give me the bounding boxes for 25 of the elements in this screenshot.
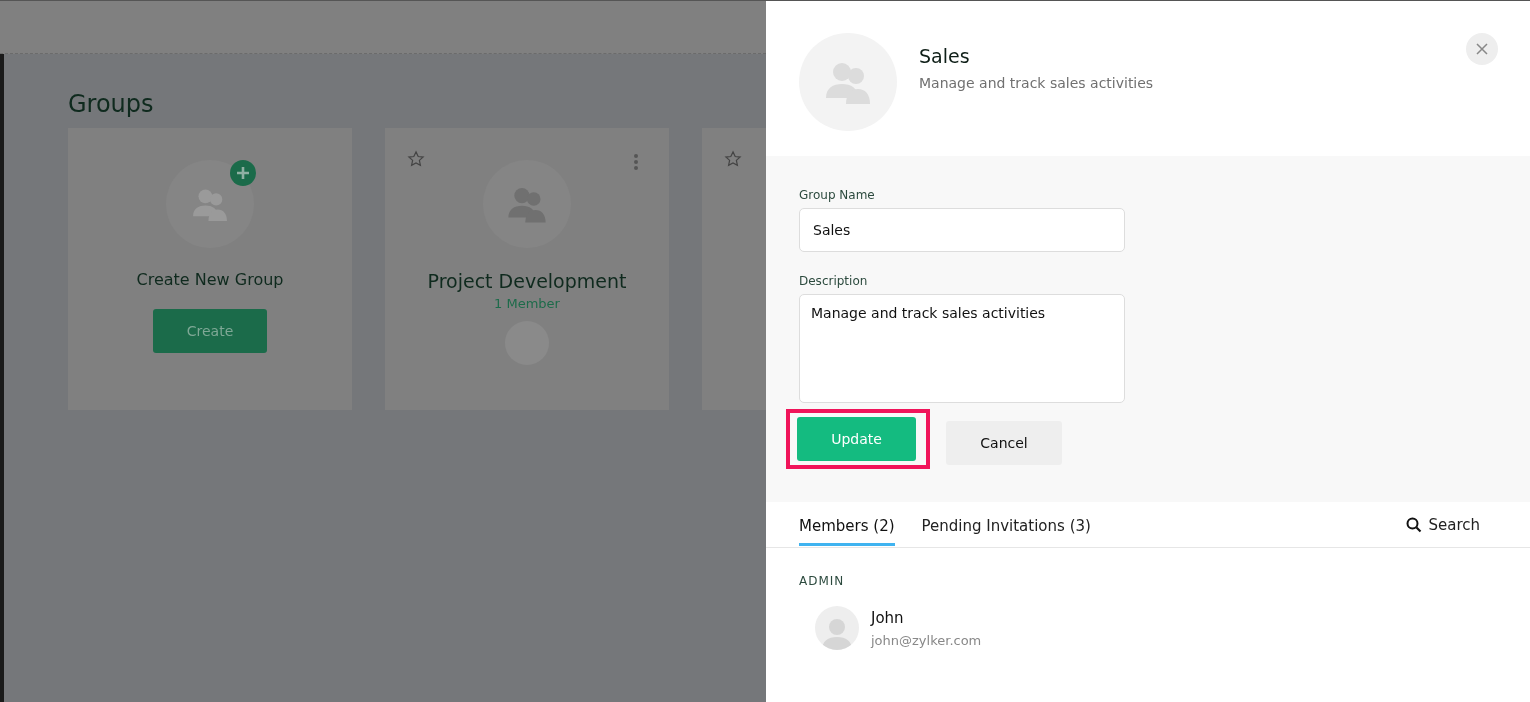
more-icon[interactable]	[633, 153, 639, 171]
section-heading: ADMIN	[798, 573, 846, 590]
close-icon	[1475, 42, 1489, 56]
card-title: Create New Group	[136, 270, 284, 289]
member-count: 1 Member	[494, 296, 560, 311]
field-label: Description	[799, 274, 869, 288]
star-icon[interactable]	[407, 150, 425, 168]
group-name-field[interactable]: Sales	[799, 208, 1125, 252]
page-title: Groups	[68, 90, 155, 118]
group-title: Sales	[919, 45, 971, 67]
group-name: Project Development	[427, 270, 627, 292]
member-name: John	[871, 608, 905, 627]
close-button[interactable]	[1466, 33, 1498, 65]
group-description: Manage and track sales activities	[919, 75, 1155, 91]
field-label: Group Name	[799, 188, 876, 202]
person-icon	[822, 616, 852, 650]
cancel-button[interactable]: Cancel	[946, 421, 1062, 465]
search-icon	[1406, 516, 1423, 533]
star-icon[interactable]	[724, 150, 742, 168]
tab[interactable]: Members (2)	[799, 506, 895, 546]
tab[interactable]: Pending Invitations (3)	[921, 506, 1091, 546]
member-email: john@zylker.com	[871, 632, 982, 648]
description-field[interactable]: Manage and track sales activities	[799, 294, 1125, 403]
plus-icon[interactable]	[230, 160, 256, 186]
search-button[interactable]: Search	[1400, 514, 1486, 535]
